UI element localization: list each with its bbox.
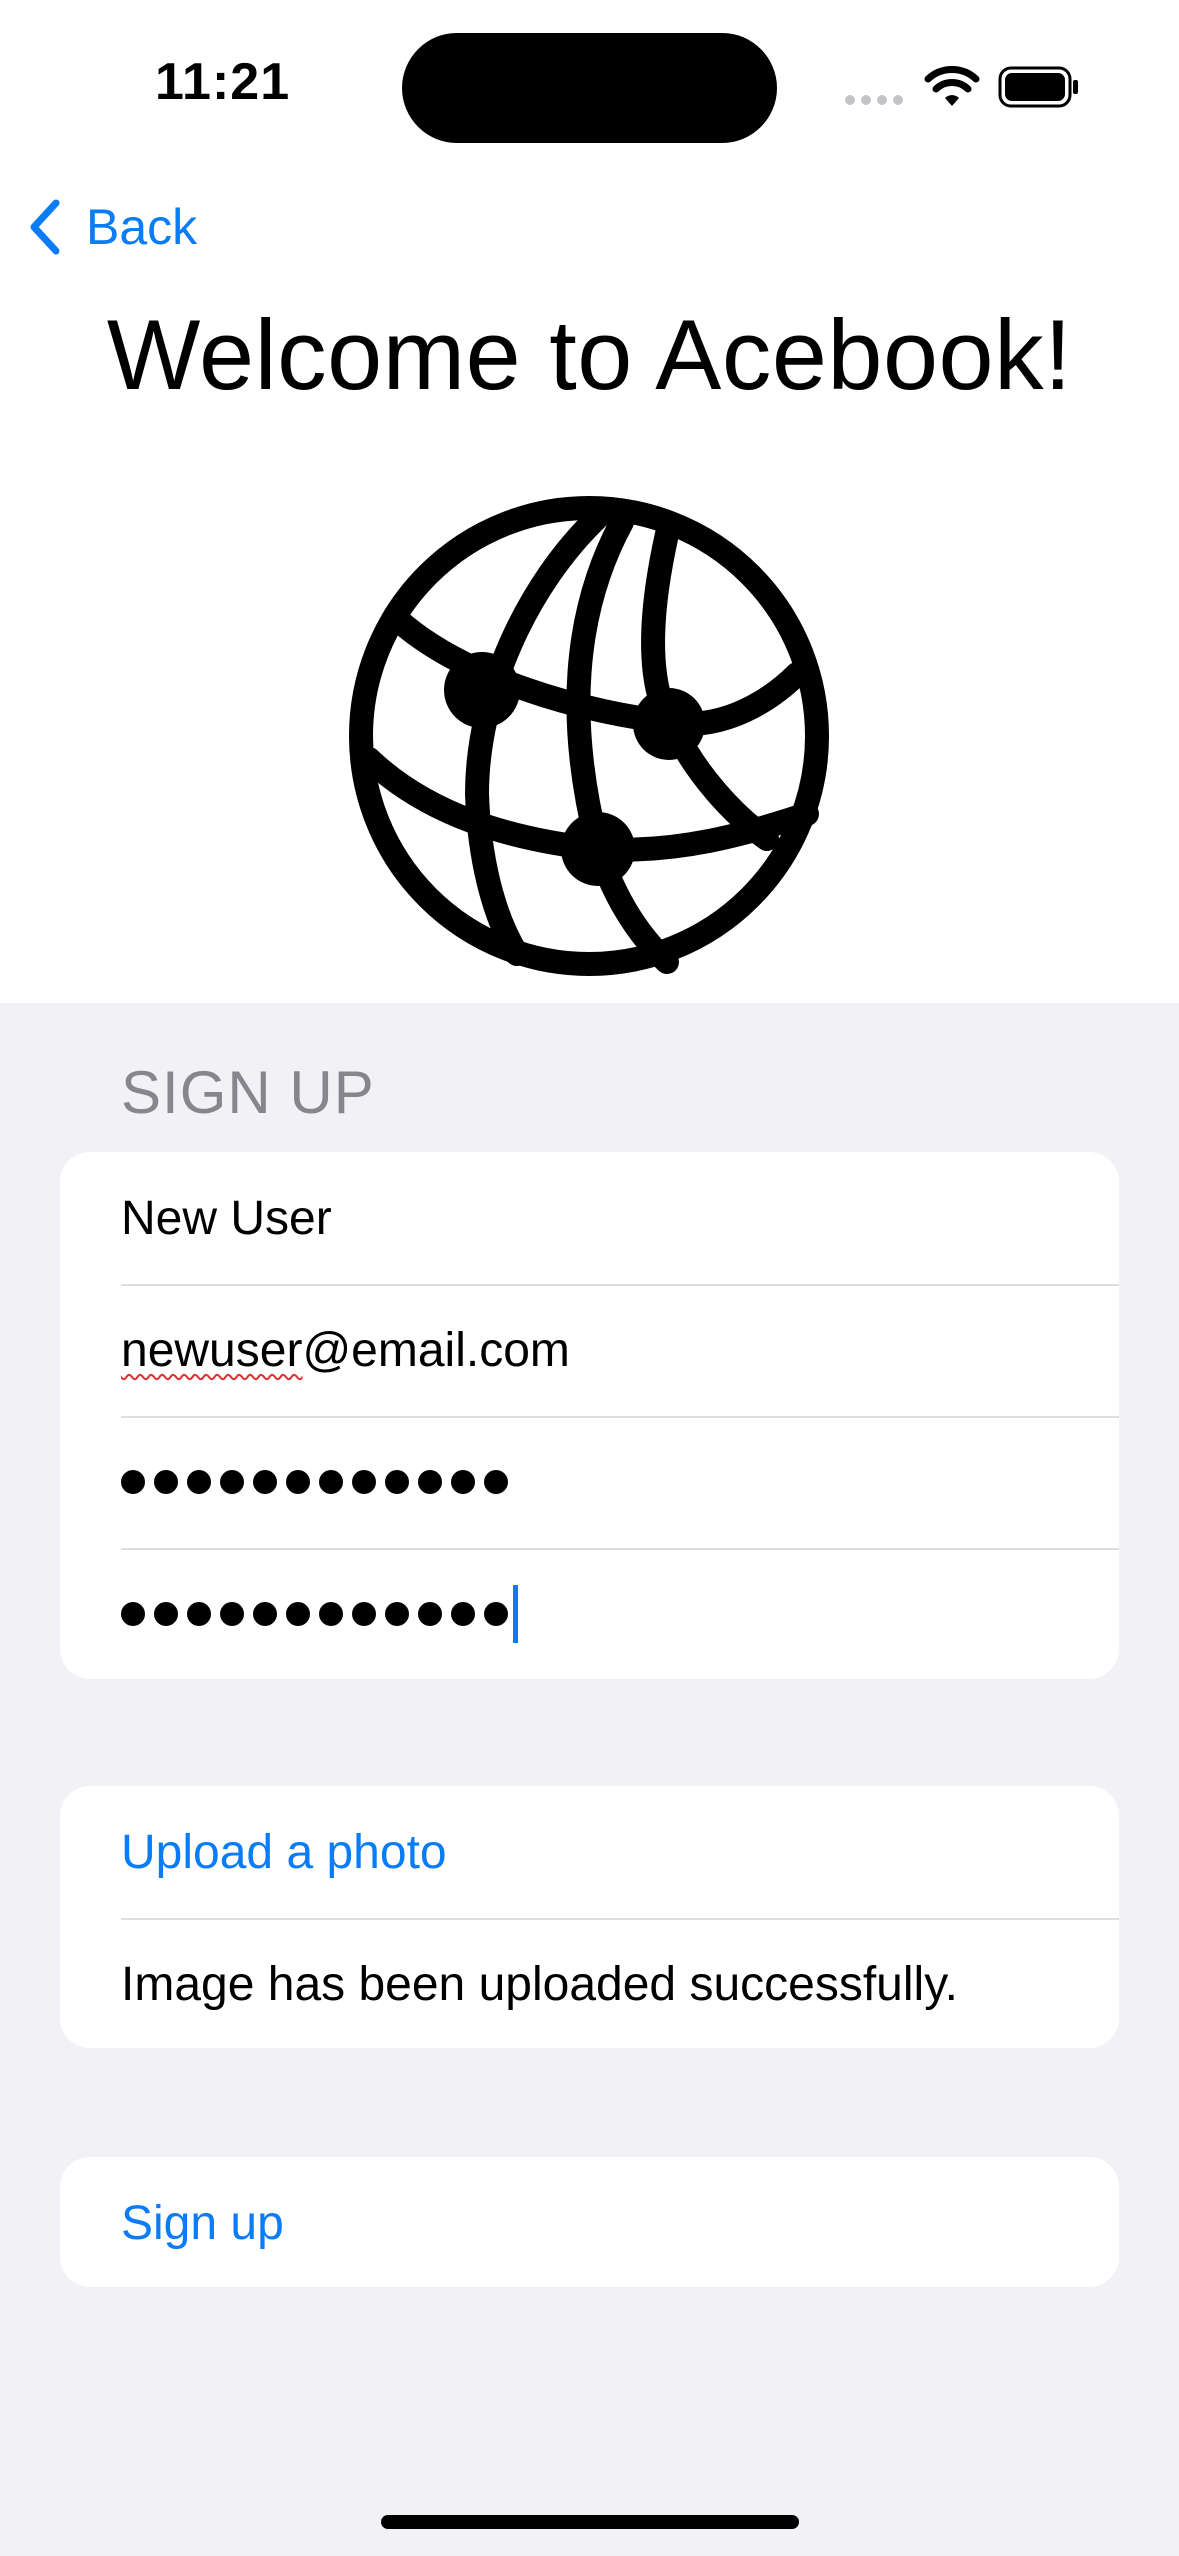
email-value-rest: @email.com — [302, 1323, 570, 1377]
dynamic-island — [402, 33, 777, 143]
password-dot — [154, 1602, 178, 1626]
cellular-signal-icon — [845, 95, 905, 105]
password-dot — [187, 1470, 211, 1494]
password-field[interactable] — [60, 1416, 1119, 1548]
username-value: New User — [121, 1191, 332, 1245]
password-dot — [286, 1470, 310, 1494]
password-dot — [451, 1602, 475, 1626]
password-dot — [286, 1602, 310, 1626]
chevron-left-icon — [30, 199, 60, 255]
password-dot — [154, 1470, 178, 1494]
upload-status-text: Image has been uploaded successfully. — [60, 1918, 1119, 2048]
back-label: Back — [86, 199, 198, 255]
password-dot — [319, 1470, 343, 1494]
password-dot — [352, 1602, 376, 1626]
password-dot — [385, 1602, 409, 1626]
battery-icon — [998, 66, 1078, 108]
upload-card: Upload a photo Image has been uploaded s… — [60, 1786, 1119, 2048]
password-dot — [220, 1470, 244, 1494]
sign-up-button[interactable]: Sign up — [60, 2157, 1119, 2287]
password-dot — [121, 1470, 145, 1494]
password-dot — [319, 1602, 343, 1626]
home-indicator[interactable] — [381, 2515, 799, 2529]
globe-icon — [349, 496, 829, 976]
password-dot — [385, 1470, 409, 1494]
status-time: 11:21 — [155, 53, 291, 111]
email-field[interactable]: newuser@email.com — [60, 1284, 1119, 1416]
text-cursor — [513, 1585, 518, 1643]
email-value-underlined: newuser — [121, 1323, 303, 1377]
password-dot — [187, 1602, 211, 1626]
password-dot — [121, 1602, 145, 1626]
password-dot — [253, 1602, 277, 1626]
back-button[interactable]: Back — [26, 196, 197, 258]
password-dot — [484, 1602, 508, 1626]
signup-form-card: New User newuser@email.com — [60, 1152, 1119, 1679]
confirm-password-value — [121, 1602, 517, 1626]
password-value — [121, 1470, 517, 1494]
wifi-icon — [924, 66, 980, 106]
page-title: Welcome to Acebook! — [106, 299, 1073, 410]
password-dot — [352, 1470, 376, 1494]
submit-card: Sign up — [60, 2157, 1119, 2287]
password-dot — [451, 1470, 475, 1494]
confirm-password-field[interactable] — [60, 1548, 1119, 1679]
email-value: newuser@email.com — [121, 1323, 570, 1378]
password-dot — [220, 1602, 244, 1626]
username-field[interactable]: New User — [60, 1152, 1119, 1284]
password-dot — [418, 1602, 442, 1626]
upload-photo-button[interactable]: Upload a photo — [60, 1786, 1119, 1918]
section-title: SIGN UP — [121, 1059, 375, 1126]
password-dot — [484, 1470, 508, 1494]
password-dot — [418, 1470, 442, 1494]
password-dot — [253, 1470, 277, 1494]
